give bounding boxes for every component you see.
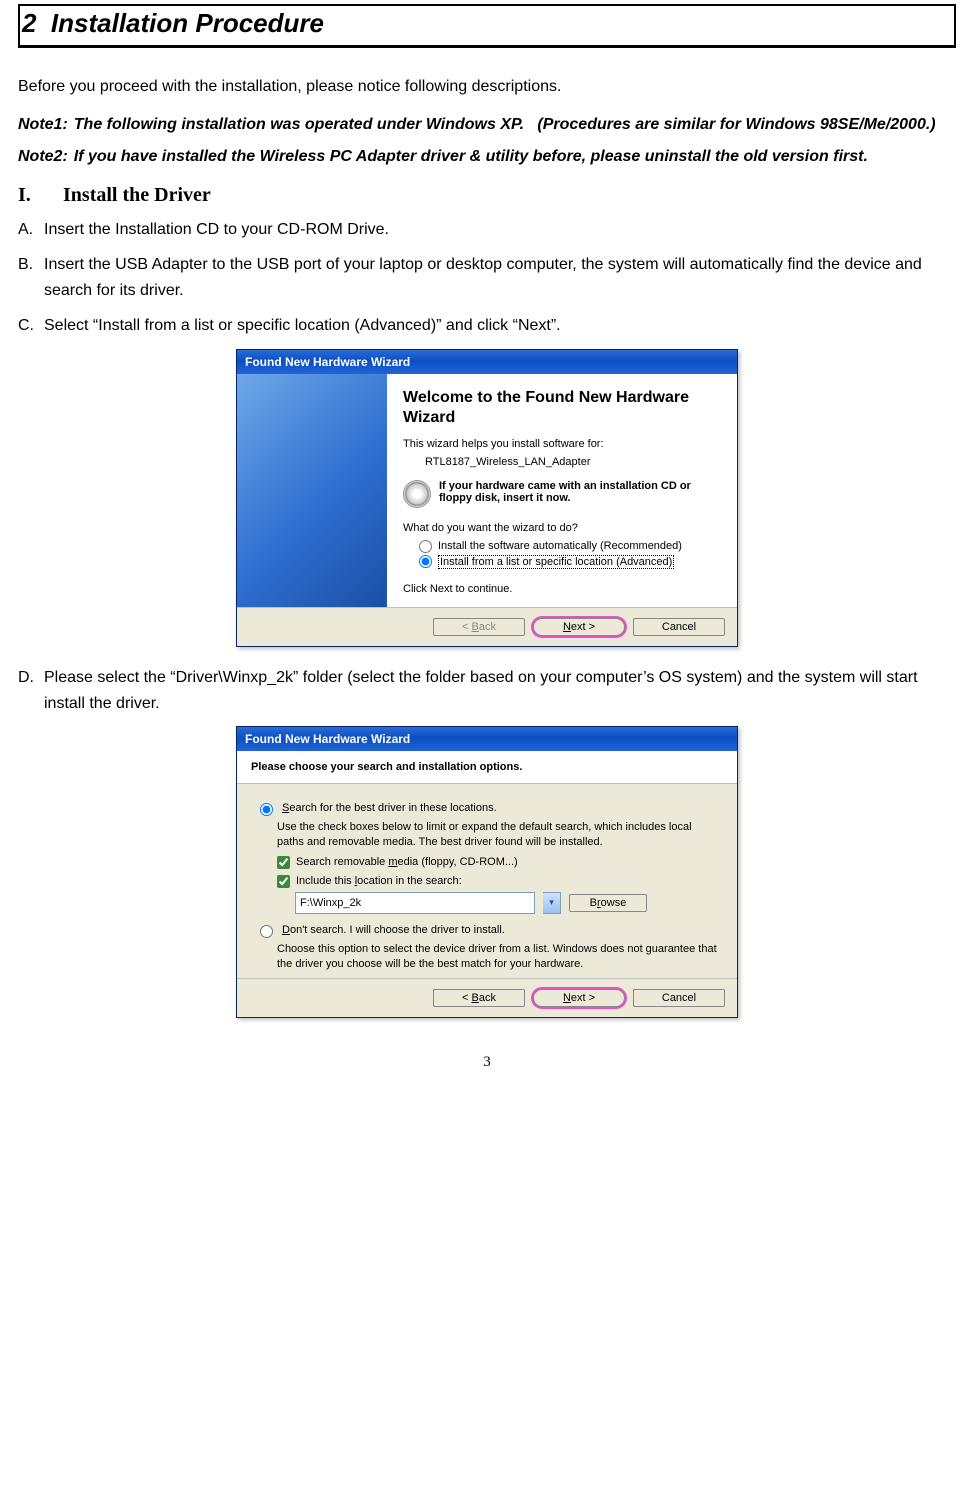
wizard1-radio-auto[interactable]: Install the software automatically (Reco… [419,540,721,553]
wizard2-path-input[interactable] [295,892,535,914]
step-d-text: Please select the “Driver\Winxp_2k” fold… [44,665,956,716]
wizard2-titlebar: Found New Hardware Wizard [237,727,737,751]
step-c: C. Select “Install from a list or specif… [18,313,956,339]
note-2: Note2: If you have installed the Wireles… [18,148,956,166]
wizard1-sidebar-image [237,374,387,607]
note1-label: Note1: [18,116,74,134]
wizard1-back-button: < Back [433,618,525,636]
chk-include-input[interactable] [277,875,290,888]
wizard2-cancel-label: Cancel [662,992,696,1004]
section-title-number: 2 [22,8,36,38]
wizard1-click-next: Click Next to continue. [403,583,721,595]
note2-label: Note2: [18,148,74,166]
page-number: 3 [18,1054,956,1071]
step-b-text: Insert the USB Adapter to the USB port o… [44,252,956,303]
wizard1-question: What do you want the wizard to do? [403,522,721,534]
intro-paragraph: Before you proceed with the installation… [18,76,956,98]
step-c-text: Select “Install from a list or specific … [44,313,956,339]
subsection-install-driver: I. Install the Driver [18,184,956,207]
step-b: B. Insert the USB Adapter to the USB por… [18,252,956,303]
chk-media-input[interactable] [277,856,290,869]
note2-body: If you have installed the Wireless PC Ad… [74,148,956,166]
note1-body: The following installation was operated … [74,116,956,134]
wizard2-radio-dont[interactable]: Don't search. I will choose the driver t… [255,924,719,938]
wizard1-radio-auto-label: Install the software automatically (Reco… [438,540,682,552]
step-b-label: B. [18,252,44,303]
wizard2-heading: Please choose your search and installati… [237,751,737,784]
wizard1-help-line: This wizard helps you install software f… [403,438,721,450]
dropdown-arrow-icon[interactable]: ▾ [543,892,561,914]
note-1: Note1: The following installation was op… [18,116,956,134]
wizard1-titlebar: Found New Hardware Wizard [237,350,737,374]
wizard2-chk-media[interactable]: Search removable media (floppy, CD-ROM..… [277,856,719,869]
step-a-text: Insert the Installation CD to your CD-RO… [44,217,956,243]
wizard1-footer: < Back Next > Cancel [237,607,737,646]
subsection-title: Install the Driver [63,184,211,206]
wizard1-radio-list[interactable]: Install from a list or specific location… [419,555,721,569]
wizard-welcome: Found New Hardware Wizard Welcome to the… [236,349,738,647]
step-d-label: D. [18,665,44,716]
wizard-search-options: Found New Hardware Wizard Please choose … [236,726,738,1017]
wizard2-browse-button[interactable]: Browse [569,894,647,912]
radio-search-input[interactable] [260,803,273,816]
wizard2-next-button[interactable]: Next > [533,989,625,1007]
wizard1-cd-hint-row: If your hardware came with an installati… [403,480,721,508]
step-d: D. Please select the “Driver\Winxp_2k” f… [18,665,956,716]
step-a: A. Insert the Installation CD to your CD… [18,217,956,243]
wizard2-radio-search[interactable]: Search for the best driver in these loca… [255,802,719,816]
cd-icon [403,480,431,508]
wizard1-device-name: RTL8187_Wireless_LAN_Adapter [425,456,721,468]
wizard2-path-row: ▾ Browse [295,892,719,914]
wizard2-radio-dont-label: on't search. I will choose the driver to… [290,924,505,936]
wizard1-next-button[interactable]: Next > [533,618,625,636]
wizard2-search-sub: Use the check boxes below to limit or ex… [277,820,719,850]
step-a-label: A. [18,217,44,243]
wizard2-radio-search-label: earch for the best driver in these locat… [289,802,496,814]
wizard1-cd-hint: If your hardware came with an installati… [439,480,721,504]
wizard2-back-button[interactable]: < Back [433,989,525,1007]
wizard2-dont-sub: Choose this option to select the device … [277,942,719,972]
radio-auto-input[interactable] [419,540,432,553]
wizard1-cancel-button[interactable]: Cancel [633,618,725,636]
wizard1-cancel-label: Cancel [662,621,696,633]
step-c-label: C. [18,313,44,339]
section-title: 2 Installation Procedure [18,4,956,48]
wizard2-footer: < Back Next > Cancel [237,978,737,1017]
radio-list-input[interactable] [419,555,432,568]
wizard2-cancel-button[interactable]: Cancel [633,989,725,1007]
section-title-text: Installation Procedure [51,8,324,38]
subsection-number: I. [18,184,58,207]
radio-dont-input[interactable] [260,925,273,938]
wizard2-chk-include[interactable]: Include this location in the search: [277,875,719,888]
wizard1-radio-list-label: Install from a list or specific location… [438,555,674,569]
wizard1-heading: Welcome to the Found New Hardware Wizard [403,388,721,428]
